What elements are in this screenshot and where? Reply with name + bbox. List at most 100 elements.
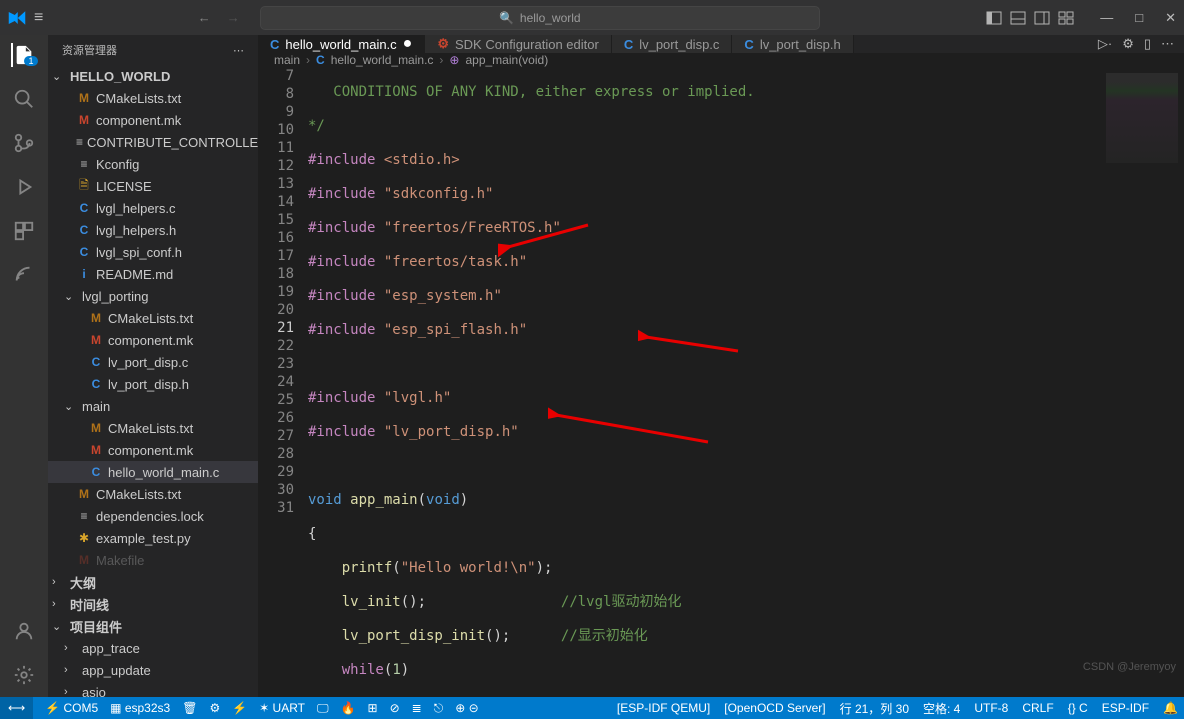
maximize-icon[interactable]: □ xyxy=(1135,10,1143,26)
debug-icon[interactable] xyxy=(12,175,36,199)
breadcrumb-item[interactable]: main xyxy=(274,53,300,67)
breadcrumb-item[interactable]: app_main(void) xyxy=(465,53,548,67)
project-name: HELLO_WORLD xyxy=(70,69,170,84)
status-tools[interactable]: ⊞ xyxy=(368,701,378,715)
file-item[interactable]: ≡Kconfig xyxy=(48,153,258,175)
espressif-icon[interactable] xyxy=(12,263,36,287)
file-item[interactable]: Clvgl_helpers.c xyxy=(48,197,258,219)
file-item[interactable]: ≡dependencies.lock xyxy=(48,505,258,527)
file-item[interactable]: MCMakeLists.txt xyxy=(48,87,258,109)
status-clean[interactable]: 🗑 xyxy=(182,701,197,715)
component-item[interactable]: ›asio xyxy=(48,681,258,697)
forward-arrow-icon[interactable]: → xyxy=(227,10,240,25)
layout-left-icon[interactable] xyxy=(986,10,1002,26)
account-icon[interactable] xyxy=(12,619,36,643)
status-misc2[interactable]: ⎋ xyxy=(434,701,444,716)
chevron-down-icon: ⌄ xyxy=(52,70,66,83)
more-icon[interactable]: ⋯ xyxy=(233,44,244,57)
folder-lvgl-porting[interactable]: ⌄ lvgl_porting xyxy=(48,285,258,307)
line-number: 13 xyxy=(258,175,294,193)
file-item[interactable]: MCMakeLists.txt xyxy=(48,483,258,505)
line-number: 30 xyxy=(258,481,294,499)
editor-tab[interactable]: ⚙SDK Configuration editor xyxy=(425,35,611,53)
file-item[interactable]: Chello_world_main.c xyxy=(48,461,258,483)
command-center[interactable]: 🔍 hello_world xyxy=(260,6,820,30)
status-encoding[interactable]: UTF-8 xyxy=(974,701,1008,715)
minimap[interactable] xyxy=(1096,67,1184,697)
section-header[interactable]: ⌄项目组件 xyxy=(48,615,258,637)
watermark: CSDN @Jeremyoy xyxy=(1083,661,1176,673)
code-content[interactable]: CONDITIONS OF ANY KIND, either express o… xyxy=(308,67,1096,697)
extensions-icon[interactable] xyxy=(12,219,36,243)
line-number: 11 xyxy=(258,139,294,157)
component-label: app_trace xyxy=(82,641,140,656)
editor-tab[interactable]: Chello_world_main.c● xyxy=(258,35,425,53)
status-uart[interactable]: ✶ UART xyxy=(259,701,305,715)
status-chip[interactable]: ▦ esp32s3 xyxy=(110,701,170,715)
section-header[interactable]: ›时间线 xyxy=(48,593,258,615)
file-item[interactable]: Mcomponent.mk xyxy=(48,109,258,131)
file-label: component.mk xyxy=(108,443,193,458)
split-icon[interactable]: ▯ xyxy=(1144,36,1151,52)
file-item[interactable]: ✱example_test.py xyxy=(48,527,258,549)
layout-bottom-icon[interactable] xyxy=(1010,10,1026,26)
folder-main[interactable]: ⌄ main xyxy=(48,395,258,417)
status-flash[interactable]: ⚡ xyxy=(232,701,247,715)
file-item[interactable]: 🗎LICENSE xyxy=(48,175,258,197)
editor-tab[interactable]: Clv_port_disp.h xyxy=(732,35,853,53)
status-lang[interactable]: {} C xyxy=(1068,701,1088,715)
file-item[interactable]: iREADME.md xyxy=(48,263,258,285)
scm-icon[interactable] xyxy=(12,131,36,155)
status-build[interactable]: ⚙ xyxy=(209,701,220,715)
file-item[interactable]: Clv_port_disp.c xyxy=(48,351,258,373)
file-item[interactable]: Clvgl_helpers.h xyxy=(48,219,258,241)
file-item[interactable]: Mcomponent.mk xyxy=(48,439,258,461)
run-icon[interactable]: ▷· xyxy=(1098,36,1112,52)
editor-area: Chello_world_main.c●⚙SDK Configuration e… xyxy=(258,35,1184,697)
editor-body[interactable]: 7891011121314151617181920212223242526272… xyxy=(258,67,1184,697)
file-item[interactable]: Clv_port_disp.h xyxy=(48,373,258,395)
status-misc1[interactable]: ≣ xyxy=(412,701,422,715)
minimize-icon[interactable]: — xyxy=(1100,10,1113,26)
file-item[interactable]: MCMakeLists.txt xyxy=(48,417,258,439)
file-item[interactable]: MCMakeLists.txt xyxy=(48,307,258,329)
close-icon[interactable]: ✕ xyxy=(1165,10,1176,26)
status-debug[interactable]: ⊘ xyxy=(390,701,400,715)
file-item[interactable]: Mcomponent.mk xyxy=(48,329,258,351)
status-espidf[interactable]: ESP-IDF xyxy=(1102,701,1149,715)
section-header[interactable]: ›大纲 xyxy=(48,571,258,593)
search-icon: 🔍 xyxy=(499,11,514,25)
file-makefile[interactable]: MMakefile xyxy=(48,549,258,571)
component-item[interactable]: ›app_update xyxy=(48,659,258,681)
line-number: 27 xyxy=(258,427,294,445)
status-qemu[interactable]: [ESP-IDF QEMU] xyxy=(617,701,710,715)
menu-icon[interactable]: ≡ xyxy=(34,9,43,27)
status-openocd[interactable]: [OpenOCD Server] xyxy=(724,701,825,715)
layout-grid-icon[interactable] xyxy=(1058,10,1074,26)
explorer-icon[interactable]: 1 xyxy=(11,43,35,67)
more-icon[interactable]: ⋯ xyxy=(1161,36,1174,52)
status-monitor[interactable]: 🖵 xyxy=(317,701,329,716)
status-misc3[interactable]: ⊕ ⊝ xyxy=(455,701,478,715)
file-item[interactable]: ≡CONTRIBUTE_CONTROLLER_S... xyxy=(48,131,258,153)
search-activity-icon[interactable] xyxy=(12,87,36,111)
project-root[interactable]: ⌄ HELLO_WORLD xyxy=(48,65,258,87)
status-eol[interactable]: CRLF xyxy=(1022,701,1053,715)
back-arrow-icon[interactable]: ← xyxy=(198,10,211,25)
file-item[interactable]: Clvgl_spi_conf.h xyxy=(48,241,258,263)
layout-right-icon[interactable] xyxy=(1034,10,1050,26)
editor-tab[interactable]: Clv_port_disp.c xyxy=(612,35,733,53)
status-flame[interactable]: 🔥 xyxy=(341,701,356,715)
remote-icon[interactable]: ⟷ xyxy=(0,697,33,719)
line-number: 22 xyxy=(258,337,294,355)
status-spaces[interactable]: 空格: 4 xyxy=(923,700,960,717)
component-item[interactable]: ›app_trace xyxy=(48,637,258,659)
status-cursor[interactable]: 行 21，列 30 xyxy=(840,700,909,717)
status-bell-icon[interactable]: 🔔 xyxy=(1163,701,1178,715)
component-label: asio xyxy=(82,685,106,698)
gear-icon[interactable]: ⚙ xyxy=(1122,36,1134,52)
gear-icon[interactable] xyxy=(12,663,36,687)
breadcrumb-item[interactable]: hello_world_main.c xyxy=(331,53,434,67)
status-com[interactable]: ⚡ COM5 xyxy=(45,701,98,715)
breadcrumb[interactable]: main› C hello_world_main.c› ⊕ app_main(v… xyxy=(258,53,1184,67)
